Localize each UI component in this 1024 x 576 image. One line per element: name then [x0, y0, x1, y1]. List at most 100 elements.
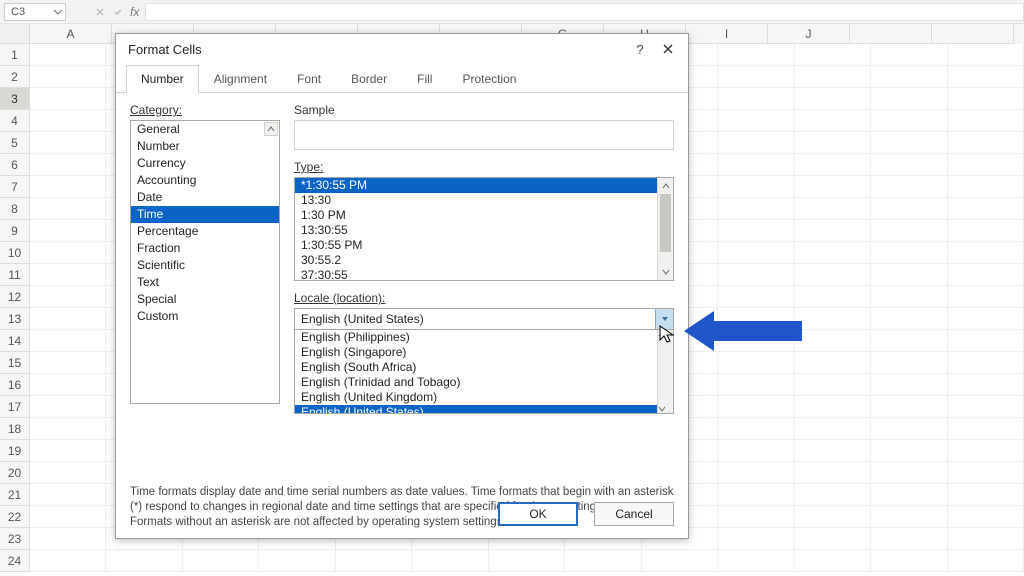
- cell[interactable]: [718, 396, 794, 418]
- type-item[interactable]: 1:30:55 PM: [295, 238, 673, 253]
- cell[interactable]: [871, 198, 947, 220]
- cell[interactable]: [795, 418, 871, 440]
- cell[interactable]: [795, 44, 871, 66]
- cell[interactable]: [30, 220, 106, 242]
- scroll-up-icon[interactable]: [658, 178, 674, 194]
- cell[interactable]: [871, 264, 947, 286]
- row-header[interactable]: 4: [0, 110, 30, 132]
- cell[interactable]: [30, 462, 106, 484]
- cell[interactable]: [30, 506, 106, 528]
- locale-option[interactable]: English (South Africa): [295, 360, 673, 375]
- cell[interactable]: [948, 286, 1024, 308]
- cell[interactable]: [795, 330, 871, 352]
- row-header[interactable]: 16: [0, 374, 30, 396]
- row-header[interactable]: 12: [0, 286, 30, 308]
- cell[interactable]: [259, 550, 335, 572]
- cell[interactable]: [336, 550, 412, 572]
- row-header[interactable]: 9: [0, 220, 30, 242]
- cell[interactable]: [871, 286, 947, 308]
- cell[interactable]: [871, 418, 947, 440]
- row-header[interactable]: 18: [0, 418, 30, 440]
- type-item[interactable]: 1:30 PM: [295, 208, 673, 223]
- cell[interactable]: [948, 506, 1024, 528]
- cell[interactable]: [30, 242, 106, 264]
- cell[interactable]: [718, 528, 794, 550]
- type-item[interactable]: 13:30: [295, 193, 673, 208]
- cell[interactable]: [718, 264, 794, 286]
- select-all-corner[interactable]: [0, 24, 30, 44]
- cell[interactable]: [718, 506, 794, 528]
- cell[interactable]: [948, 330, 1024, 352]
- category-item[interactable]: Custom: [131, 308, 279, 325]
- tab-number[interactable]: Number: [126, 65, 199, 93]
- row-header[interactable]: 20: [0, 462, 30, 484]
- type-item[interactable]: 13:30:55: [295, 223, 673, 238]
- cell[interactable]: [30, 176, 106, 198]
- cell[interactable]: [30, 198, 106, 220]
- cell[interactable]: [795, 132, 871, 154]
- type-scrollbar[interactable]: [657, 178, 673, 280]
- cell[interactable]: [795, 352, 871, 374]
- cell[interactable]: [871, 66, 947, 88]
- cell[interactable]: [948, 66, 1024, 88]
- locale-option[interactable]: English (Singapore): [295, 345, 673, 360]
- scroll-thumb[interactable]: [658, 338, 673, 378]
- cell[interactable]: [948, 440, 1024, 462]
- cell[interactable]: [795, 462, 871, 484]
- cell[interactable]: [30, 110, 106, 132]
- cell[interactable]: [795, 308, 871, 330]
- cell[interactable]: [795, 264, 871, 286]
- cell[interactable]: [795, 440, 871, 462]
- category-item[interactable]: Date: [131, 189, 279, 206]
- cell[interactable]: [871, 110, 947, 132]
- cell[interactable]: [871, 330, 947, 352]
- category-list[interactable]: GeneralNumberCurrencyAccountingDateTimeP…: [130, 120, 280, 404]
- cell[interactable]: [30, 264, 106, 286]
- cell[interactable]: [718, 242, 794, 264]
- category-item[interactable]: Accounting: [131, 172, 279, 189]
- cell[interactable]: [718, 176, 794, 198]
- cell[interactable]: [795, 154, 871, 176]
- cell[interactable]: [871, 308, 947, 330]
- combobox-button[interactable]: [655, 309, 673, 329]
- cell[interactable]: [718, 132, 794, 154]
- row-header[interactable]: 13: [0, 308, 30, 330]
- category-item[interactable]: Text: [131, 274, 279, 291]
- cell[interactable]: [871, 154, 947, 176]
- cell[interactable]: [948, 44, 1024, 66]
- cell[interactable]: [948, 550, 1024, 572]
- tab-border[interactable]: Border: [336, 65, 402, 93]
- cell[interactable]: [871, 462, 947, 484]
- cell[interactable]: [871, 352, 947, 374]
- cell[interactable]: [718, 66, 794, 88]
- category-item[interactable]: Fraction: [131, 240, 279, 257]
- cell[interactable]: [718, 374, 794, 396]
- cell[interactable]: [948, 308, 1024, 330]
- cell[interactable]: [718, 484, 794, 506]
- cell[interactable]: [871, 88, 947, 110]
- cell[interactable]: [718, 550, 794, 572]
- row-header[interactable]: 22: [0, 506, 30, 528]
- cell[interactable]: [795, 88, 871, 110]
- cell[interactable]: [871, 44, 947, 66]
- category-item[interactable]: Time: [131, 206, 279, 223]
- cell[interactable]: [871, 440, 947, 462]
- row-header[interactable]: 17: [0, 396, 30, 418]
- category-item[interactable]: General: [131, 121, 279, 138]
- tab-protection[interactable]: Protection: [447, 65, 531, 93]
- cell[interactable]: [30, 132, 106, 154]
- row-header[interactable]: 2: [0, 66, 30, 88]
- cell[interactable]: [718, 286, 794, 308]
- row-header[interactable]: 24: [0, 550, 30, 572]
- cell[interactable]: [871, 132, 947, 154]
- scroll-up-icon[interactable]: [264, 122, 278, 136]
- type-item[interactable]: *1:30:55 PM: [295, 178, 673, 193]
- cell[interactable]: [795, 110, 871, 132]
- locale-dropdown-list[interactable]: English (Philippines)English (Singapore)…: [294, 330, 674, 414]
- cell[interactable]: [795, 374, 871, 396]
- row-header[interactable]: 14: [0, 330, 30, 352]
- cell[interactable]: [948, 198, 1024, 220]
- scroll-up-icon[interactable]: [658, 330, 673, 338]
- row-header[interactable]: 21: [0, 484, 30, 506]
- cell[interactable]: [718, 154, 794, 176]
